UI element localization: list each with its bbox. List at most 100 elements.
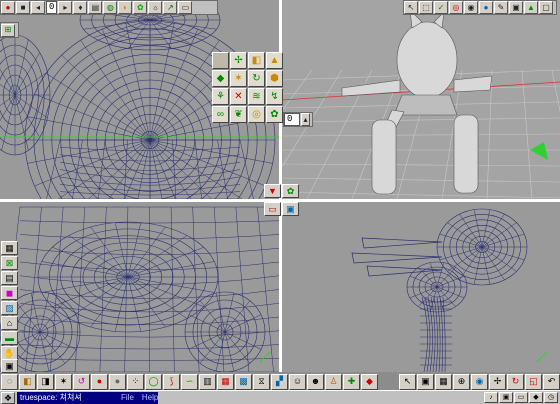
fill-icon[interactable]: ◆ <box>361 373 378 390</box>
material-icon[interactable]: ▤ <box>1 271 18 285</box>
brush-icon[interactable]: ⁘ <box>127 373 144 390</box>
viewport-perspective[interactable] <box>282 0 560 199</box>
camera-icon[interactable]: ▣ <box>417 373 434 390</box>
dots-icon[interactable]: ◯ <box>145 373 162 390</box>
snake-icon[interactable]: ∽ <box>181 373 198 390</box>
nav-icon[interactable]: ▣ <box>282 202 299 216</box>
lamp-icon[interactable]: ☼ <box>148 1 163 14</box>
triangle-icon[interactable]: ▲ <box>524 1 538 14</box>
rotate-icon[interactable]: ↻ <box>507 373 524 390</box>
window-icon[interactable]: ▭ <box>178 1 193 14</box>
move-icon[interactable]: ✢ <box>230 52 247 69</box>
leaf-icon[interactable]: ❦ <box>230 106 247 123</box>
menu-help[interactable]: Help <box>142 393 158 402</box>
hand-icon[interactable]: ✋ <box>1 346 18 360</box>
shaded-perspective <box>282 9 560 199</box>
knot-icon[interactable]: ∞ <box>212 106 229 123</box>
scale-icon[interactable]: ◧ <box>248 52 265 69</box>
bottom-toolbar: ◌ ◧ ◨ ✶ ↺ ● ● ⁘ ◯ ⟆ ∽ ▥ ▦ ▩ ⧖ ▞ ☺ ☻ ♙ ✚ … <box>0 373 560 390</box>
lathe-icon[interactable]: ✶ <box>230 70 247 87</box>
color-icon[interactable]: ◼ <box>1 286 18 300</box>
tray-speaker-icon[interactable]: ♪ <box>484 392 498 403</box>
menu-file[interactable]: File <box>121 393 134 402</box>
wave-icon[interactable]: ≋ <box>248 88 265 105</box>
view-icon[interactable]: ⌂ <box>1 316 18 330</box>
film-icon[interactable]: ✶ <box>55 373 72 390</box>
sphere-icon[interactable]: ● <box>479 1 493 14</box>
frame-number-field[interactable]: 0 <box>46 1 58 14</box>
eye-icon[interactable]: ◉ <box>471 373 488 390</box>
mesh-icon[interactable]: ▩ <box>235 373 252 390</box>
extrude-icon[interactable]: ↻ <box>248 70 265 87</box>
dna-icon[interactable]: ⧖ <box>253 373 270 390</box>
grid-icon[interactable]: ⊞ <box>1 23 15 37</box>
pencil-icon[interactable]: ✎ <box>494 1 508 14</box>
paint-icon[interactable]: ↗ <box>163 1 178 14</box>
paint-icon[interactable]: ▞ <box>271 373 288 390</box>
torus-icon[interactable]: ◎ <box>248 106 265 123</box>
frame-back-icon[interactable]: ◂ <box>31 1 45 14</box>
viewport-top[interactable] <box>0 202 279 372</box>
tray-network-icon[interactable]: ▣ <box>499 392 513 403</box>
move-icon[interactable]: ✢ <box>489 373 506 390</box>
arrow-icon[interactable]: ↖ <box>404 1 418 14</box>
eye-icon[interactable]: ◉ <box>464 1 478 14</box>
chart-icon[interactable]: ▥ <box>199 373 216 390</box>
perspective-toolbar: ↖ ⬚ ✓ ◎ ◉ ● ✎ ▣ ▲ ▢ <box>403 0 557 15</box>
paint-icon[interactable]: ▬ <box>1 331 18 345</box>
grid-icon[interactable]: ▦ <box>1 241 18 255</box>
cube-icon[interactable] <box>212 52 229 69</box>
grid-icon[interactable]: ▦ <box>217 373 234 390</box>
grid-icon[interactable]: ▦ <box>435 373 452 390</box>
scale-icon[interactable]: ◱ <box>525 373 542 390</box>
bevel-icon[interactable]: ⬢ <box>266 70 283 87</box>
render-icon[interactable]: ◐ <box>118 1 133 14</box>
camera-icon[interactable]: ✿ <box>282 184 299 198</box>
hand-icon[interactable]: ✚ <box>343 373 360 390</box>
image-icon[interactable]: ▨ <box>1 301 18 315</box>
face2-icon[interactable]: ☻ <box>307 373 324 390</box>
task-window-button[interactable]: truespace: 쳐쳐셔 <box>17 391 109 404</box>
check-icon[interactable]: ✓ <box>434 1 448 14</box>
sphere-icon[interactable]: ◆ <box>212 70 229 87</box>
spinner-icon[interactable]: ▴ <box>301 113 310 126</box>
box-icon[interactable]: ◧ <box>19 373 36 390</box>
tray-shield-icon[interactable]: ◆ <box>529 392 543 403</box>
bone-icon[interactable]: ⚘ <box>212 88 229 105</box>
leaf-icon[interactable]: ⟆ <box>163 373 180 390</box>
sphere-icon[interactable]: ● <box>109 373 126 390</box>
mesh-icon[interactable]: ⊠ <box>1 256 18 270</box>
box-icon[interactable]: ▢ <box>539 1 553 14</box>
film-icon[interactable]: ▤ <box>88 1 103 14</box>
ball-icon[interactable]: ◌ <box>1 373 18 390</box>
select-icon[interactable]: ⬚ <box>419 1 433 14</box>
cone-icon[interactable]: ▲ <box>266 52 283 69</box>
stop-icon[interactable]: ■ <box>16 1 30 14</box>
start-icon[interactable]: ❖ <box>1 391 15 404</box>
hook-icon[interactable]: ↺ <box>73 373 90 390</box>
undo-icon[interactable]: ↶ <box>543 373 560 390</box>
viewport-side[interactable] <box>282 202 560 372</box>
key-icon[interactable]: ♦ <box>73 1 88 14</box>
camera-icon[interactable]: ▣ <box>1 359 18 373</box>
person-icon[interactable]: ♙ <box>325 373 342 390</box>
zoom-icon[interactable]: ⊕ <box>453 373 470 390</box>
paint-icon[interactable]: ◨ <box>37 373 54 390</box>
blob-icon[interactable]: ✿ <box>266 106 283 123</box>
light-icon[interactable]: ▼ <box>264 184 281 198</box>
face-icon[interactable]: ☺ <box>289 373 306 390</box>
tray-clock-icon[interactable]: ◷ <box>544 392 558 403</box>
tree-icon[interactable]: ✕ <box>230 88 247 105</box>
tray-monitor-icon[interactable]: ▭ <box>514 392 528 403</box>
target-icon[interactable]: ◎ <box>449 1 463 14</box>
record-icon[interactable]: ● <box>1 1 15 14</box>
spiral-icon[interactable]: ↯ <box>266 88 283 105</box>
camera-icon[interactable]: ▣ <box>509 1 523 14</box>
view-icon[interactable]: ▭ <box>264 202 281 216</box>
globe-icon[interactable]: ◍ <box>103 1 118 14</box>
select-icon[interactable]: ↖ <box>399 373 416 390</box>
object-icon[interactable]: ✿ <box>133 1 148 14</box>
play-icon[interactable]: ▸ <box>58 1 73 14</box>
persp-frame-field[interactable]: 0 <box>284 113 300 126</box>
color-icon[interactable]: ● <box>91 373 108 390</box>
